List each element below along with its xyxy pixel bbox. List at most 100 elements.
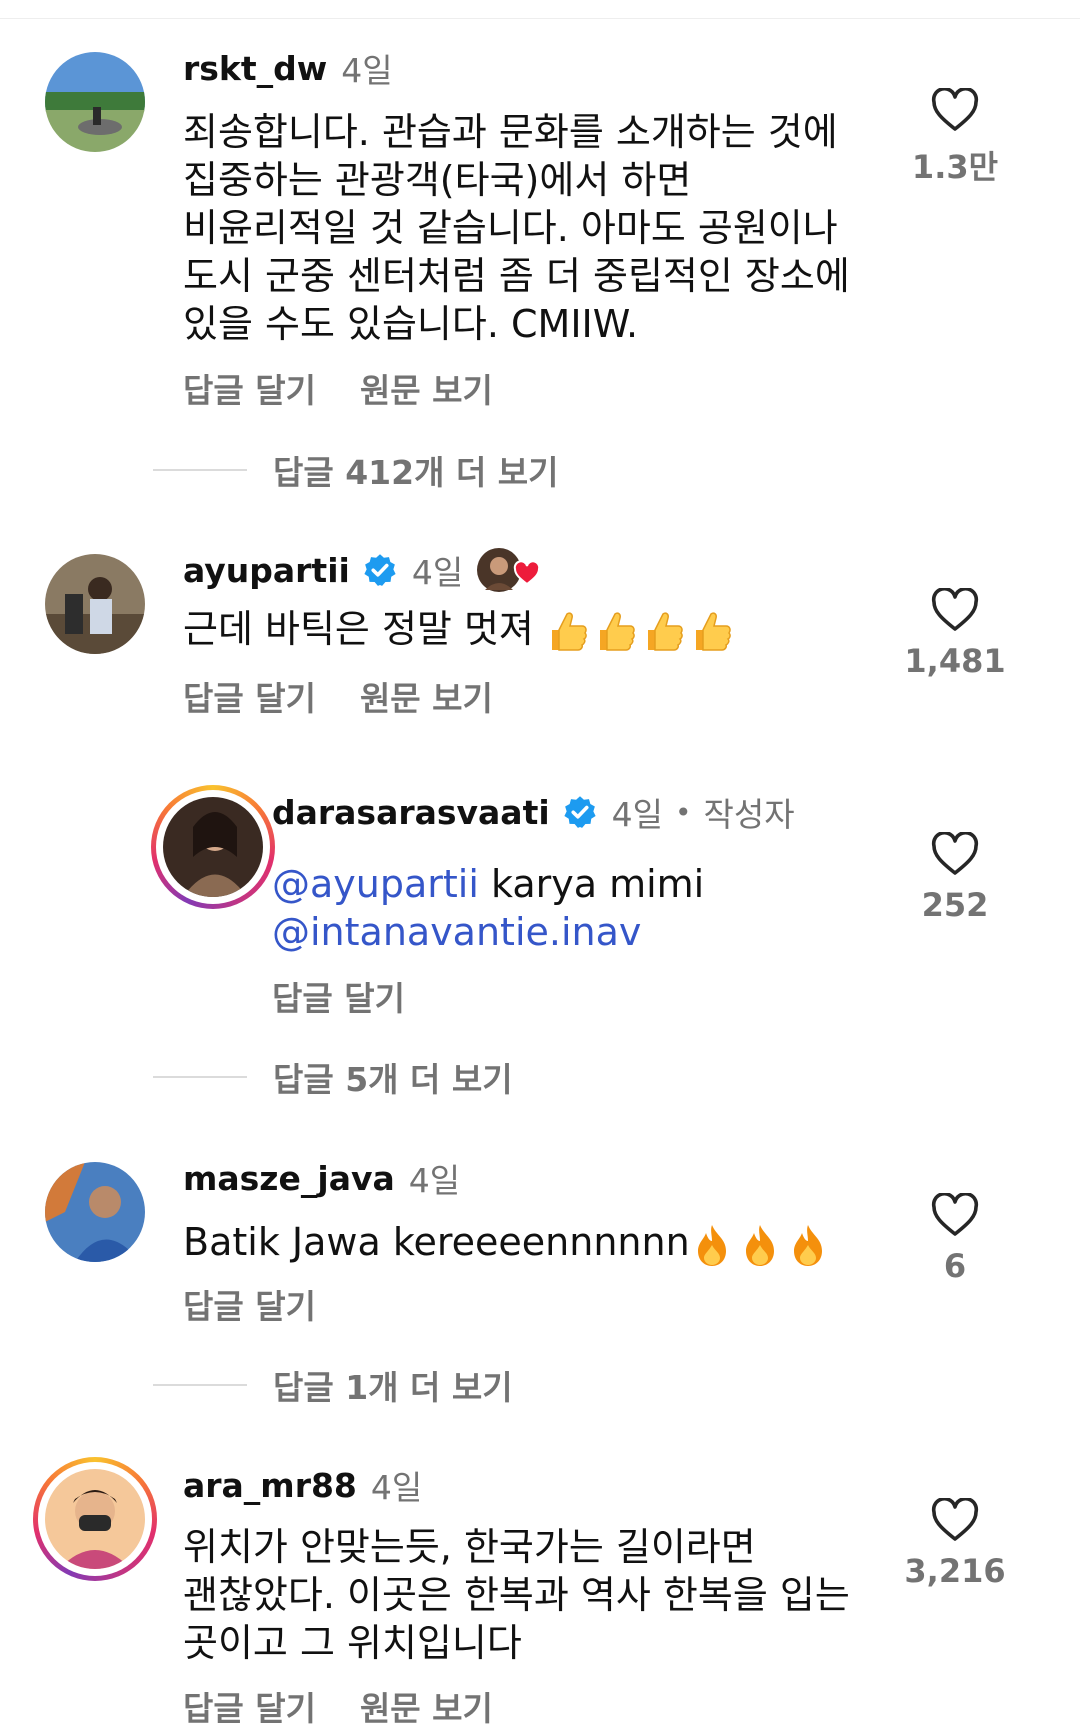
username[interactable]: masze_java (183, 1159, 395, 1198)
heart-icon[interactable] (931, 1193, 979, 1237)
comment-body: @ayupartii karya mimi @intanavantie.inav (272, 860, 872, 956)
comment-body: Batik Jawa kereeeennnnnn (183, 1218, 903, 1269)
view-more-replies[interactable]: 답글 5개 더 보기 (153, 1055, 513, 1099)
comment-line: 있을 수도 있습니다. CMIIW. (183, 302, 639, 346)
comment-actions: 답글 달기 원문 보기 (183, 364, 493, 410)
comment-line: 집중하는 관광객(타국)에서 하면 (183, 158, 692, 202)
like-count: 3,216 (904, 1552, 1006, 1590)
avatar-photo-image (45, 1469, 145, 1569)
verified-badge-icon (564, 796, 596, 828)
see-original-button[interactable]: 원문 보기 (360, 1682, 493, 1728)
username[interactable]: darasarasvaati (272, 793, 550, 832)
like-block: 1,481 (890, 588, 1020, 680)
mention-link[interactable]: @intanavantie.inav (272, 910, 641, 954)
comment-line: @intanavantie.inav (272, 908, 872, 956)
username[interactable]: ara_mr88 (183, 1466, 357, 1505)
username[interactable]: rskt_dw (183, 49, 327, 88)
reply-button[interactable]: 답글 달기 (183, 1682, 316, 1728)
author-tag: 작성자 (703, 795, 795, 834)
fire-icon (793, 1224, 822, 1266)
comment-meta: ara_mr88 4일 (183, 1463, 423, 1508)
liked-by-creator-indicator (475, 546, 547, 594)
see-original-button[interactable]: 원문 보기 (360, 364, 493, 410)
username[interactable]: ayupartii (183, 551, 350, 590)
heart-icon[interactable] (931, 1498, 979, 1542)
timestamp: 4일 (411, 553, 464, 592)
comment-actions: 답글 달기 원문 보기 (183, 672, 493, 718)
see-original-button[interactable]: 원문 보기 (360, 672, 493, 718)
reply-button[interactable]: 답글 달기 (183, 1280, 316, 1326)
thumbs-up-icon (599, 611, 635, 651)
timestamp: 4일 (611, 795, 664, 834)
replies-divider (153, 1076, 247, 1078)
like-block: 252 (890, 832, 1020, 924)
verified-badge-icon (364, 554, 396, 586)
like-block: 6 (890, 1193, 1020, 1285)
creator-avatar-with-heart-icon (477, 548, 541, 592)
comment-text: karya mimi (478, 862, 705, 906)
comment-actions: 답글 달기 (183, 1280, 316, 1326)
avatar-photo-image (45, 1162, 145, 1262)
timestamp: 4일 (341, 51, 393, 90)
heart-icon[interactable] (931, 588, 979, 632)
thumbs-up-icon (551, 611, 587, 651)
heart-icon[interactable] (931, 832, 979, 876)
comment-line: @ayupartii karya mimi (272, 860, 872, 908)
thumbs-up-icon (695, 611, 731, 651)
avatar[interactable] (45, 1162, 145, 1262)
comment-actions: 답글 달기 (272, 972, 405, 1018)
view-more-replies-label: 답글 5개 더 보기 (273, 1060, 513, 1099)
replies-divider (153, 469, 247, 471)
reply-button[interactable]: 답글 달기 (272, 972, 405, 1018)
timestamp: 4일 (408, 1161, 461, 1200)
view-more-replies[interactable]: 답글 1개 더 보기 (153, 1363, 513, 1407)
thumbs-up-icon (647, 611, 683, 651)
comment-meta: ayupartii 4일 (183, 548, 547, 592)
like-block: 3,216 (890, 1498, 1020, 1590)
top-divider (0, 18, 1080, 19)
avatar (163, 797, 263, 897)
comment-text: Batik Jawa kereeeennnnnn (183, 1220, 690, 1264)
story-ring[interactable] (151, 785, 275, 909)
replies-divider (153, 1384, 247, 1386)
view-more-replies-label: 답글 1개 더 보기 (273, 1368, 513, 1407)
view-more-replies[interactable]: 답글 412개 더 보기 (153, 448, 559, 492)
avatar (45, 1469, 145, 1569)
avatar-photo-image (45, 554, 145, 654)
comment-line: 괜찮았다. 이곳은 한복과 역사 한복을 입는 (183, 1573, 850, 1617)
comment-body: 죄송합니다. 관습과 문화를 소개하는 것에 집중하는 관광객(타국)에서 하면… (183, 108, 923, 348)
heart-icon[interactable] (931, 88, 979, 132)
emoji-group (690, 1221, 830, 1269)
fire-icon (745, 1224, 774, 1266)
avatar-photo-image (163, 797, 263, 897)
fire-icon (697, 1224, 726, 1266)
avatar[interactable] (45, 52, 145, 152)
like-block: 1.3만 (890, 88, 1020, 188)
like-count: 1,481 (904, 642, 1006, 680)
comment-actions: 답글 달기 원문 보기 (183, 1682, 493, 1728)
comment-line: 도시 군중 센터처럼 좀 더 중립적인 장소에 (183, 254, 850, 298)
timestamp: 4일 (370, 1468, 423, 1507)
comment-text: 근데 바틱은 정말 멋져 (183, 607, 534, 651)
avatar[interactable] (45, 554, 145, 654)
comment-meta: masze_java 4일 (183, 1156, 461, 1201)
like-count: 1.3만 (911, 148, 999, 186)
comment-body: 위치가 안맞는듯, 한국가는 길이라면 괜찮았다. 이곳은 한복과 역사 한복을… (183, 1523, 923, 1667)
emoji-group (546, 608, 734, 656)
story-ring[interactable] (33, 1457, 157, 1581)
comment-body: 근데 바틱은 정말 멋져 (183, 605, 923, 656)
reply-button[interactable]: 답글 달기 (183, 364, 316, 410)
like-count: 6 (943, 1247, 967, 1285)
comment-meta: darasarasvaati 4일 • 작성자 (272, 790, 795, 835)
like-count: 252 (921, 886, 989, 924)
mention-link[interactable]: @ayupartii (272, 862, 479, 906)
view-more-replies-label: 답글 412개 더 보기 (273, 453, 559, 492)
reply-button[interactable]: 답글 달기 (183, 672, 316, 718)
avatar-landscape-image (45, 52, 145, 152)
comment-line: 위치가 안맞는듯, 한국가는 길이라면 (183, 1525, 756, 1569)
comment-meta: rskt_dw 4일 (183, 46, 393, 91)
separator-dot: • (675, 795, 692, 829)
comment-line: 죄송합니다. 관습과 문화를 소개하는 것에 (183, 110, 838, 154)
comment-line: 비윤리적일 것 같습니다. 아마도 공원이나 (183, 206, 838, 250)
comment-line: 곳이고 그 위치입니다 (183, 1621, 522, 1665)
